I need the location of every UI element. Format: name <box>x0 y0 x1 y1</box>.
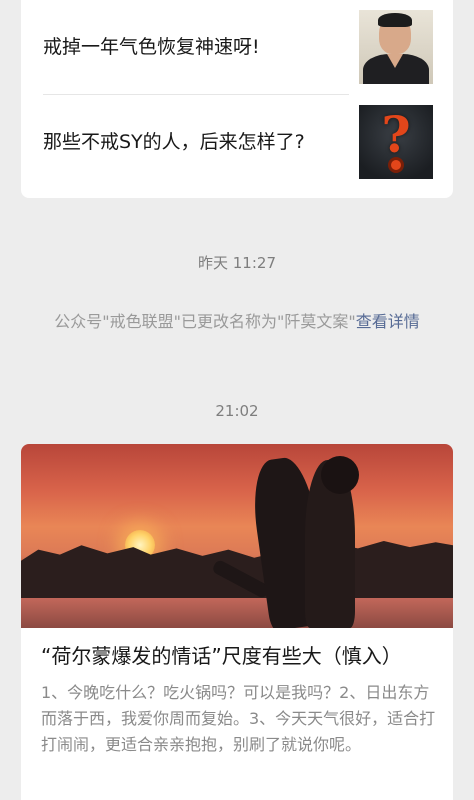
article-title: 戒掉一年气色恢复神速呀! <box>43 36 260 58</box>
question-mark-thumbnail: ? <box>359 105 433 179</box>
article-digest: 1、今晚吃什么？吃火锅吗？可以是我吗？2、日出东方而落于西，我爱你周而复始。3、… <box>41 683 436 754</box>
sunset-couple-cover <box>21 444 453 628</box>
message-timestamp: 昨天 11:27 <box>198 254 276 272</box>
article-item[interactable]: 戒掉一年气色恢复神速呀! <box>43 8 433 86</box>
article-title: “荷尔蒙爆发的情话”尺度有些大（慎入） <box>41 644 402 668</box>
article-list-card: 戒掉一年气色恢复神速呀! 那些不戒SY的人，后来怎样了? ? <box>21 0 453 198</box>
article-item[interactable]: 那些不戒SY的人，后来怎样了? ? <box>43 103 433 181</box>
message-timestamp: 21:02 <box>215 402 259 420</box>
divider <box>43 94 349 95</box>
article-title: 那些不戒SY的人，后来怎样了? <box>43 131 305 153</box>
rename-notice-text: 公众号"戒色联盟"已更改名称为"阡莫文案" <box>54 312 356 331</box>
person-portrait-thumbnail <box>359 10 433 84</box>
view-details-link[interactable]: 查看详情 <box>356 312 420 331</box>
rename-notice: 公众号"戒色联盟"已更改名称为"阡莫文案"查看详情 <box>40 310 434 334</box>
article-card[interactable]: “荷尔蒙爆发的情话”尺度有些大（慎入） 1、今晚吃什么？吃火锅吗？可以是我吗？2… <box>21 444 453 800</box>
